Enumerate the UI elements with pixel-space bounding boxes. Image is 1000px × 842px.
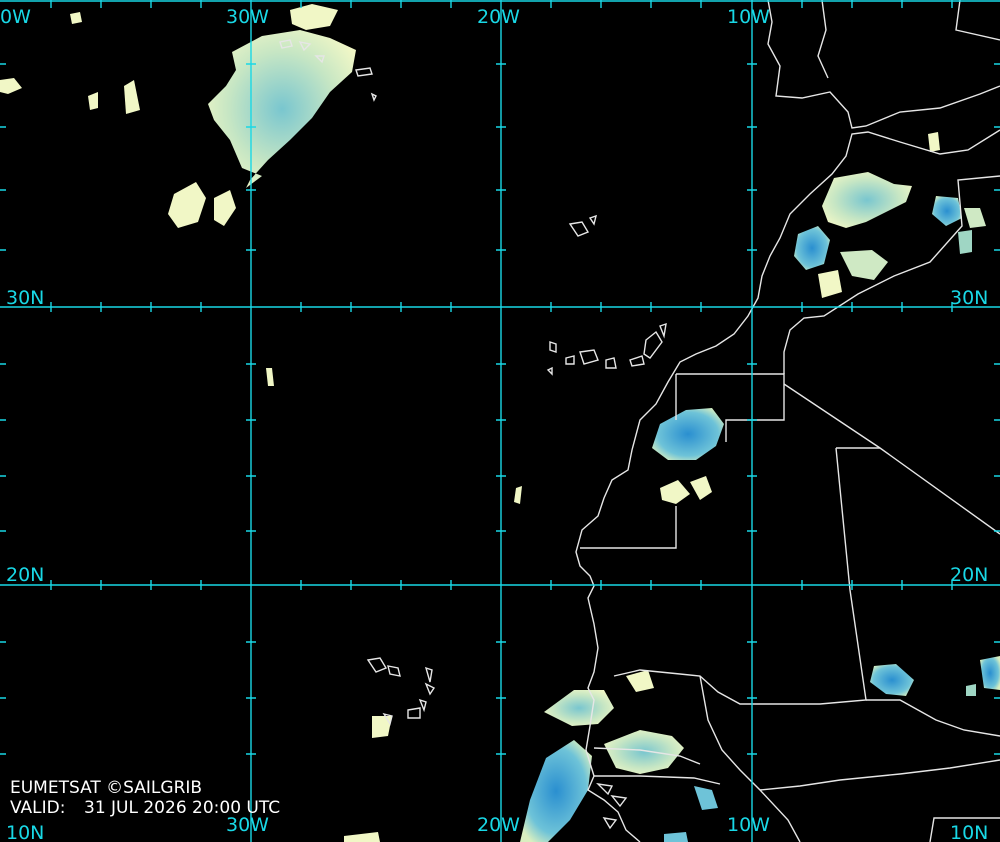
graticule (0, 0, 1000, 842)
source-credit: EUMETSAT ©SAILGRIB (10, 778, 203, 798)
coastline-layer (279, 0, 1000, 842)
lat-label-right-20n: 20N (950, 564, 989, 586)
lat-label-left-30n: 30N (6, 287, 45, 309)
corner-label-top-left: 0W (0, 6, 31, 28)
valid-prefix: VALID: (10, 798, 66, 818)
lon-label-top-20w: 20W (477, 6, 520, 28)
corner-label-bottom-left: 10N (6, 822, 45, 842)
map-canvas (0, 0, 1000, 842)
lon-label-bottom-30w: 30W (226, 814, 269, 836)
lat-label-left-20n: 20N (6, 564, 45, 586)
lon-label-bottom-20w: 20W (477, 814, 520, 836)
valid-time: 31 JUL 2026 20:00 UTC (84, 798, 281, 818)
lat-label-right-30n: 30N (950, 287, 989, 309)
corner-label-bottom-right: 10N (950, 822, 989, 842)
meridian-ticks (0, 63, 1000, 755)
lon-label-top-30w: 30W (226, 6, 269, 28)
lon-label-top-10w: 10W (727, 6, 770, 28)
satellite-map: 30W 20W 10W 0W 30N 30N 20N 20N 30W 20W 1… (0, 0, 1000, 842)
cloud-layer (0, 4, 1000, 842)
lon-label-bottom-10w: 10W (727, 814, 770, 836)
